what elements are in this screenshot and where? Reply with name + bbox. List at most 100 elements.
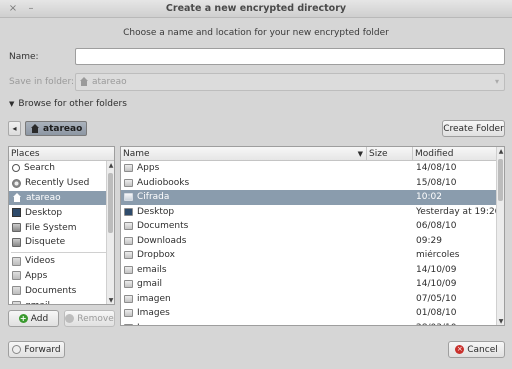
file-row[interactable]: Dropbox miércoles xyxy=(121,248,504,263)
file-row[interactable]: gmail 14/10/09 xyxy=(121,277,504,292)
places-item[interactable]: Apps xyxy=(9,269,114,284)
clock-icon xyxy=(12,178,21,188)
places-sidebar: Places Search Recently Used atareao Desktop… xyxy=(8,146,115,305)
file-name: Apps xyxy=(137,163,160,174)
home-icon xyxy=(79,77,89,87)
file-modified: 10:02 xyxy=(416,192,442,203)
places-item[interactable]: Recently Used xyxy=(9,176,114,191)
folder-icon xyxy=(124,280,133,289)
file-modified: 14/08/10 xyxy=(416,163,457,174)
column-header-modified[interactable]: Modified xyxy=(413,147,497,160)
chevron-down-icon: ▾ xyxy=(494,77,499,86)
file-name: imagen xyxy=(137,293,171,304)
file-row[interactable]: Downloads 09:29 xyxy=(121,234,504,249)
search-icon xyxy=(12,164,20,173)
places-item-label: Desktop xyxy=(25,207,63,218)
file-modified: 28/03/10 xyxy=(413,323,497,325)
file-name: Desktop xyxy=(137,206,175,217)
forward-button[interactable]: Forward xyxy=(8,341,65,358)
file-row[interactable]: Images 01/08/10 xyxy=(121,306,504,321)
name-field[interactable] xyxy=(75,48,505,65)
forward-label: Forward xyxy=(24,344,61,355)
file-modified: 01/08/10 xyxy=(416,308,457,319)
places-item[interactable]: atareao xyxy=(9,190,114,206)
scroll-down-icon[interactable]: ▼ xyxy=(497,318,504,325)
folder-icon xyxy=(124,309,133,318)
add-label: Add xyxy=(30,313,49,324)
name-label: Name: xyxy=(9,52,39,62)
remove-bookmark-button[interactable]: Remove xyxy=(64,310,115,327)
dialog-subtitle: Choose a name and location for your new … xyxy=(123,28,389,38)
places-item-label: Documents xyxy=(25,285,77,296)
path-crumb-home[interactable]: atareao xyxy=(25,121,88,136)
file-row[interactable]: Java 28/03/10 xyxy=(121,321,504,325)
cancel-button[interactable]: × Cancel xyxy=(448,341,505,358)
remove-icon xyxy=(65,314,75,323)
file-modified: 07/05/10 xyxy=(416,293,457,304)
file-row[interactable]: emails 14/10/09 xyxy=(121,263,504,278)
file-scroll-thumb[interactable] xyxy=(498,159,503,201)
file-row[interactable]: Apps 14/08/10 xyxy=(121,161,504,176)
file-row[interactable]: imagen 07/05/10 xyxy=(121,292,504,307)
add-bookmark-button[interactable]: + Add xyxy=(8,310,59,327)
column-name-label: Name xyxy=(123,148,150,159)
file-modified: 09:29 xyxy=(416,235,442,246)
places-item-label: File System xyxy=(25,222,77,233)
save-in-label: Save in folder: xyxy=(9,77,75,87)
places-item[interactable]: Disquete xyxy=(9,235,114,250)
places-item[interactable]: gmail xyxy=(9,298,114,304)
column-header-name[interactable]: Name ▼ xyxy=(121,147,367,160)
places-item[interactable]: Search xyxy=(9,161,114,176)
places-separator xyxy=(11,251,112,253)
places-item[interactable]: Desktop xyxy=(9,205,114,220)
places-item-label: Search xyxy=(24,163,55,174)
places-item-label: atareao xyxy=(26,192,61,203)
places-header[interactable]: Places xyxy=(9,147,114,161)
file-list-header: Name ▼ Size Modified xyxy=(121,147,504,161)
places-scrollbar[interactable]: ▲ ▼ xyxy=(106,161,114,304)
file-name: gmail xyxy=(137,279,162,290)
places-item[interactable]: File System xyxy=(9,220,114,235)
file-row[interactable]: Desktop Yesterday at 19:26 xyxy=(121,205,504,220)
file-row[interactable]: Cifrada 10:02 xyxy=(121,190,504,205)
save-in-folder-combo[interactable]: atareao ▾ xyxy=(75,73,505,91)
file-list-scrollbar[interactable]: ▲ ▼ xyxy=(496,147,504,325)
create-folder-button[interactable]: Create Folder xyxy=(442,120,505,137)
folder-icon xyxy=(124,294,133,303)
expander-triangle-icon: ▼ xyxy=(9,100,15,108)
crumb-label: atareao xyxy=(43,123,83,134)
file-name: Dropbox xyxy=(137,250,175,261)
file-name: Downloads xyxy=(137,235,187,246)
cancel-icon: × xyxy=(455,345,465,354)
file-name: Cifrada xyxy=(137,192,170,203)
path-bar: ◂ atareao xyxy=(8,121,88,136)
folder-icon xyxy=(124,222,133,231)
folder-icon xyxy=(124,323,133,325)
places-item-label: Apps xyxy=(25,270,48,281)
scroll-down-icon[interactable]: ▼ xyxy=(107,297,114,304)
file-name: Images xyxy=(137,308,170,319)
places-scroll-thumb[interactable] xyxy=(108,173,113,233)
file-name: Documents xyxy=(137,221,189,232)
file-modified: Yesterday at 19:26 xyxy=(416,206,497,217)
places-item[interactable]: Videos xyxy=(9,254,114,269)
file-modified: miércoles xyxy=(416,250,460,261)
scroll-up-icon[interactable]: ▲ xyxy=(107,162,114,169)
window-title: Create a new encrypted directory xyxy=(165,3,347,14)
places-item-label: Disquete xyxy=(25,237,66,248)
folder-icon xyxy=(124,265,133,274)
home-icon xyxy=(30,123,40,134)
folder-icon xyxy=(12,256,21,266)
places-item[interactable]: Documents xyxy=(9,283,114,298)
file-list: Name ▼ Size Modified Apps 14/08/10 Audiobo… xyxy=(120,146,505,326)
browse-other-folders-expander[interactable]: ▼ Browse for other folders xyxy=(9,99,127,109)
folder-icon xyxy=(124,193,133,202)
file-row[interactable]: Audiobooks 15/08/10 xyxy=(121,176,504,191)
folder-icon xyxy=(124,178,133,187)
file-row[interactable]: Documents 06/08/10 xyxy=(121,219,504,234)
path-back-button[interactable]: ◂ xyxy=(8,121,21,136)
sort-descending-icon: ▼ xyxy=(357,149,363,158)
scroll-up-icon[interactable]: ▲ xyxy=(497,148,504,155)
places-item-label: gmail xyxy=(25,301,50,304)
column-header-size[interactable]: Size xyxy=(367,147,413,160)
